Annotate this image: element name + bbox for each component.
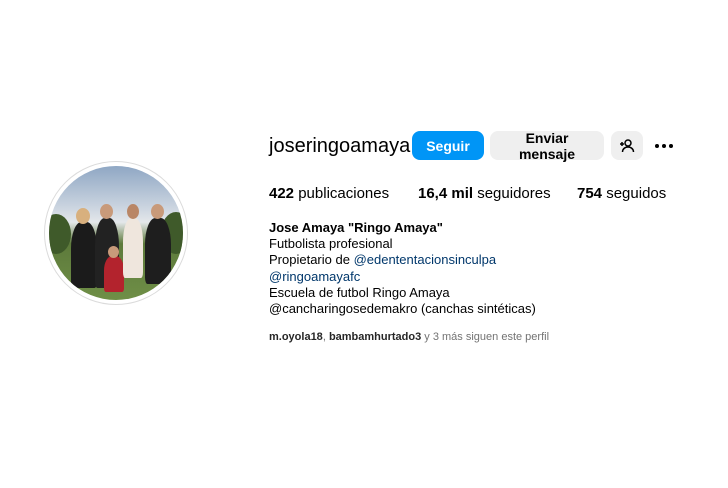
posts-label: publicaciones <box>298 185 390 202</box>
followed-by-user[interactable]: bambamhurtado3 <box>329 331 421 343</box>
follow-button[interactable]: Seguir <box>412 131 484 160</box>
followers-stat[interactable]: 16,4 mil seguidores <box>418 185 551 202</box>
bio-owner-prefix: Propietario de <box>269 252 354 268</box>
followed-by-user[interactable]: m.oyola18 <box>269 331 323 343</box>
bio-line-school: Escuela de futbol Ringo Amaya <box>269 284 450 300</box>
profile-avatar <box>49 166 183 300</box>
bio-mention-link[interactable]: @ringoamayafc <box>269 269 360 284</box>
profile-avatar-ring[interactable] <box>44 161 188 305</box>
bio-mention-link[interactable]: @edententacionsinculpa <box>354 252 497 267</box>
profile-bio: Jose Amaya "Ringo Amaya" Futbolista prof… <box>269 220 536 317</box>
bio-line-occupation: Futbolista profesional <box>269 236 393 252</box>
followers-label: seguidores <box>477 185 551 202</box>
profile-username: joseringoamaya <box>269 135 411 157</box>
following-count: 754 <box>577 185 603 202</box>
following-label: seguidos <box>606 185 667 202</box>
profile-full-name: Jose Amaya "Ringo Amaya" <box>269 220 443 235</box>
bio-line-canchas: @cancharingosedemakro (canchas sintética… <box>269 301 536 317</box>
more-options-icon[interactable] <box>652 136 676 156</box>
followed-by-summary[interactable]: m.oyola18, bambamhurtado3 y 3 más siguen… <box>269 331 549 343</box>
add-person-icon <box>620 138 635 152</box>
suggested-accounts-button[interactable] <box>611 131 643 160</box>
followers-count: 16,4 mil <box>418 185 474 202</box>
posts-count: 422 <box>269 185 295 202</box>
posts-stat: 422 publicaciones <box>269 185 389 202</box>
following-stat[interactable]: 754 seguidos <box>577 185 666 202</box>
send-message-button[interactable]: Enviar mensaje <box>490 130 604 162</box>
bio-line-owner: Propietario de @edententacionsinculpa <box>269 252 536 268</box>
followed-by-suffix: y 3 más siguen este perfil <box>421 331 550 343</box>
